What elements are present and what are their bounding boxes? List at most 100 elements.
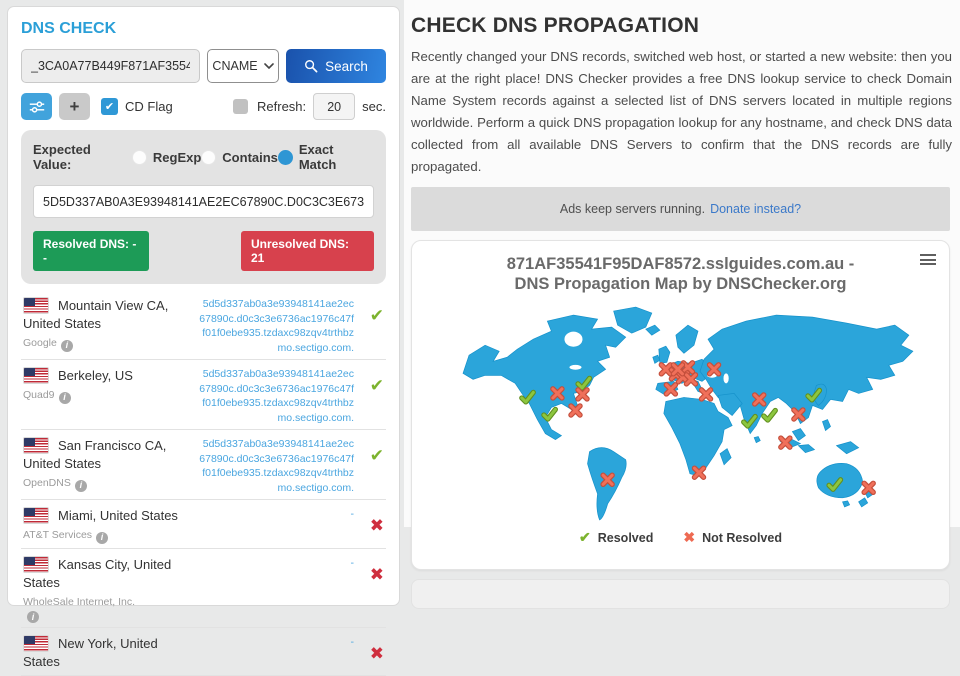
dns-server-row: Berkeley, US Quad9 i 5d5d337ab0a3e9394814… xyxy=(21,360,386,430)
radio-contains[interactable] xyxy=(201,150,216,165)
dns-server-list: Mountain View CA, United States Googlei … xyxy=(21,290,386,676)
propagation-map-card: 871AF35541F95DAF8572.sslguides.com.au - … xyxy=(411,240,950,570)
server-result: 5d5d337ab0a3e93948141ae2ec67890c.d0c3c3e… xyxy=(191,437,358,495)
dns-server-row: Kansas City, United States WholeSale Int… xyxy=(21,549,386,629)
marker-not-resolved[interactable] xyxy=(666,385,675,394)
server-provider: OpenDNS xyxy=(23,477,71,489)
marker-not-resolved[interactable] xyxy=(794,410,803,419)
marker-not-resolved[interactable] xyxy=(781,438,790,447)
search-button[interactable]: Search xyxy=(286,49,386,83)
map-title-line2: DNS Propagation Map by DNSChecker.org xyxy=(412,274,949,294)
marker-not-resolved[interactable] xyxy=(694,468,703,477)
server-result: 5d5d337ab0a3e93948141ae2ec67890c.d0c3c3e… xyxy=(191,367,358,425)
us-flag-icon xyxy=(23,297,49,314)
server-provider: Google xyxy=(23,337,57,349)
server-provider: WholeSale Internet, Inc. xyxy=(23,596,135,608)
server-provider: Quad9 xyxy=(23,389,55,401)
marker-not-resolved[interactable] xyxy=(864,484,873,493)
dns-server-row: San Francisco CA, United States OpenDNSi… xyxy=(21,430,386,500)
dns-server-row: New York, United States - ✖ xyxy=(21,628,386,676)
resolved-check-icon: ✔ xyxy=(579,529,591,546)
search-button-label: Search xyxy=(325,59,368,74)
marker-not-resolved[interactable] xyxy=(553,389,562,398)
server-provider: AT&T Services xyxy=(23,529,92,541)
add-server-button[interactable]: + xyxy=(59,93,90,120)
refresh-unit-label: sec. xyxy=(362,99,386,114)
next-section-card xyxy=(411,579,950,609)
server-result: - xyxy=(191,556,358,624)
dns-check-panel: DNS CHECK CNAME Search + xyxy=(7,6,400,606)
mode-contains[interactable]: Contains xyxy=(201,150,278,165)
info-icon[interactable]: i xyxy=(59,392,71,404)
marker-resolved[interactable] xyxy=(764,411,776,421)
dns-server-row: Miami, United States AT&T Services i - ✖ xyxy=(21,500,386,549)
expected-value-box: Expected Value: RegExp Contains Exact Ma… xyxy=(21,130,386,284)
record-type-select[interactable]: CNAME xyxy=(207,49,279,83)
info-icon[interactable]: i xyxy=(75,480,87,492)
marker-not-resolved[interactable] xyxy=(702,390,711,399)
ad-notice: Ads keep servers running. Donate instead… xyxy=(411,187,950,231)
us-flag-icon xyxy=(23,507,49,524)
search-icon xyxy=(304,59,318,73)
record-type-value: CNAME xyxy=(212,59,257,73)
legend-resolved: ✔ Resolved xyxy=(579,529,653,546)
hostname-input[interactable] xyxy=(21,49,200,83)
unresolved-cross-icon: ✖ xyxy=(358,635,384,671)
marker-not-resolved[interactable] xyxy=(571,406,580,415)
map-legend: ✔ Resolved ✖ Not Resolved xyxy=(412,529,949,546)
server-result: - xyxy=(191,635,358,671)
unresolved-dns-badge: Unresolved DNS: 21 xyxy=(241,231,374,271)
continents xyxy=(463,307,913,520)
refresh-checkbox[interactable] xyxy=(233,99,248,114)
info-icon[interactable]: i xyxy=(27,611,39,623)
page-title: CHECK DNS PROPAGATION xyxy=(411,14,950,38)
settings-sliders-button[interactable] xyxy=(21,93,52,120)
marker-not-resolved[interactable] xyxy=(755,395,764,404)
expected-value-input[interactable] xyxy=(33,185,374,218)
resolved-check-icon: ✔ xyxy=(358,367,384,425)
marker-not-resolved[interactable] xyxy=(686,375,695,384)
info-icon[interactable]: i xyxy=(96,532,108,544)
not-resolved-cross-icon: ✖ xyxy=(683,529,695,546)
panel-title: DNS CHECK xyxy=(21,20,386,38)
info-icon[interactable]: i xyxy=(61,340,73,352)
refresh-seconds-input[interactable] xyxy=(313,93,355,120)
main-content: CHECK DNS PROPAGATION Recently changed y… xyxy=(404,0,960,527)
server-location: Berkeley, US xyxy=(58,368,133,383)
server-result: - xyxy=(191,507,358,544)
marker-not-resolved[interactable] xyxy=(673,365,682,374)
us-flag-icon xyxy=(23,556,49,573)
unresolved-cross-icon: ✖ xyxy=(358,507,384,544)
donate-link[interactable]: Donate instead? xyxy=(710,202,801,216)
us-flag-icon xyxy=(23,635,49,652)
mode-exact-match[interactable]: Exact Match xyxy=(278,142,374,172)
sliders-icon xyxy=(29,100,45,114)
marker-not-resolved[interactable] xyxy=(710,365,719,374)
ad-notice-text: Ads keep servers running. xyxy=(560,202,705,216)
intro-paragraph: Recently changed your DNS records, switc… xyxy=(411,46,952,178)
radio-regexp[interactable] xyxy=(132,150,147,165)
chart-menu-icon[interactable] xyxy=(920,254,936,268)
cd-flag-label: CD Flag xyxy=(125,99,173,114)
world-map xyxy=(455,305,947,526)
search-row: CNAME Search xyxy=(21,49,386,83)
marker-not-resolved[interactable] xyxy=(578,390,587,399)
us-flag-icon xyxy=(23,437,49,454)
server-result: 5d5d337ab0a3e93948141ae2ec67890c.d0c3c3e… xyxy=(191,297,358,355)
map-title-line1: 871AF35541F95DAF8572.sslguides.com.au - xyxy=(412,254,949,274)
chevron-down-icon xyxy=(264,63,274,69)
map-title: 871AF35541F95DAF8572.sslguides.com.au - … xyxy=(412,254,949,294)
dns-server-row: Mountain View CA, United States Googlei … xyxy=(21,290,386,360)
resolved-check-icon: ✔ xyxy=(358,297,384,355)
cd-flag-checkbox[interactable]: ✔ xyxy=(101,98,118,115)
server-location: Miami, United States xyxy=(58,508,178,523)
us-flag-icon xyxy=(23,367,49,384)
unresolved-cross-icon: ✖ xyxy=(358,556,384,624)
refresh-label: Refresh: xyxy=(257,99,306,114)
legend-not-resolved: ✖ Not Resolved xyxy=(683,529,782,546)
plus-icon: + xyxy=(70,97,80,117)
resolved-check-icon: ✔ xyxy=(358,437,384,495)
mode-regexp[interactable]: RegExp xyxy=(132,150,201,165)
marker-not-resolved[interactable] xyxy=(603,476,612,485)
radio-exact-match[interactable] xyxy=(278,150,293,165)
